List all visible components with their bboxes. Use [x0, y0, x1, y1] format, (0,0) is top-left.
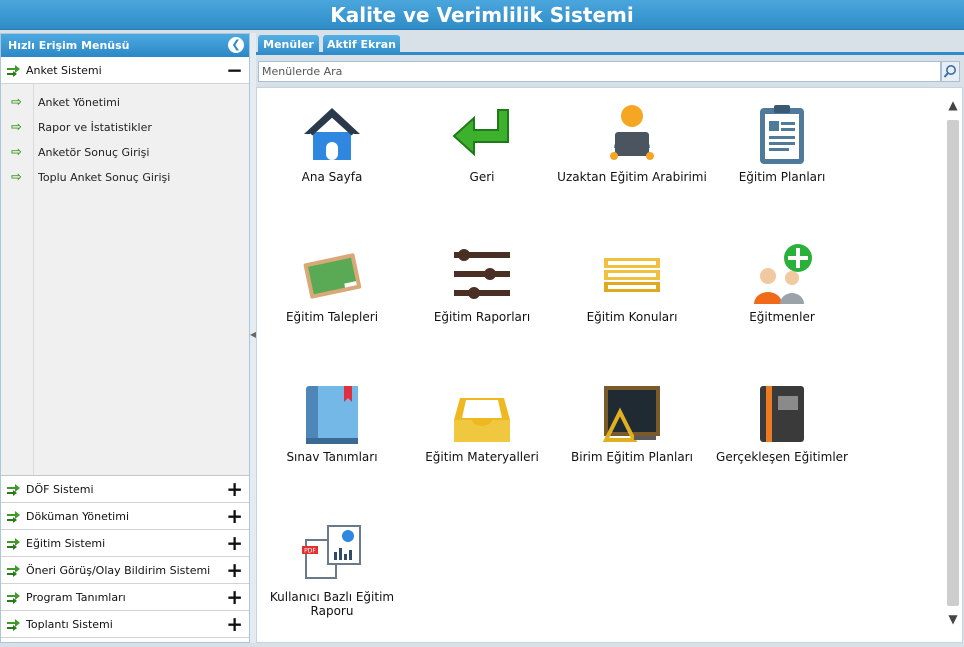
- tile-egitim-planlari[interactable]: Eğitim Planları: [707, 102, 857, 184]
- arrow-right-icon: ⇨: [11, 170, 22, 185]
- tile-label: Geri: [469, 170, 495, 184]
- book-icon: [306, 386, 358, 444]
- menu-grid: Ana Sayfa Geri Uzaktan Eğitim Arabirimi: [256, 87, 963, 643]
- module-arrows-icon: [7, 511, 20, 523]
- tile-label: Eğitim Materyalleri: [425, 450, 539, 464]
- expand-section-icon[interactable]: +: [226, 530, 243, 557]
- tile-kullanici-bazli-rapor[interactable]: PDF Kullanıcı Bazlı Eğitim Raporu: [257, 522, 407, 618]
- remote-learner-icon: [610, 105, 654, 160]
- collapse-section-icon[interactable]: −: [226, 57, 243, 84]
- home-icon: [304, 108, 360, 160]
- scroll-up-icon[interactable]: ▲: [946, 98, 960, 112]
- section-anket-sistemi[interactable]: Anket Sistemi −: [1, 57, 249, 84]
- menu-item-toplu-anket[interactable]: ⇨ Toplu Anket Sonuç Girişi: [1, 165, 249, 190]
- search-row: [258, 61, 960, 83]
- tile-egitmenler[interactable]: Eğitmenler: [707, 242, 857, 324]
- tab-menuler[interactable]: Menüler: [258, 35, 319, 55]
- quick-access-title: Hızlı Erişim Menüsü: [8, 39, 130, 52]
- section-label: DÖF Sistemi: [26, 483, 94, 496]
- tile-label: Uzaktan Eğitim Arabirimi: [557, 170, 707, 184]
- section-label: Öneri Görüş/Olay Bildirim Sistemi: [26, 564, 211, 577]
- menu-item-label: Toplu Anket Sonuç Girişi: [38, 171, 171, 184]
- arrow-right-icon: ⇨: [11, 120, 22, 135]
- section-dof-sistemi[interactable]: DÖF Sistemi +: [1, 476, 249, 503]
- chalkboard-icon: [303, 253, 362, 299]
- anket-sistemi-items: ⇨ Anket Yönetimi ⇨ Rapor ve İstatistikler …: [1, 84, 249, 476]
- svg-text:PDF: PDF: [304, 548, 316, 555]
- tile-label: Birim Eğitim Planları: [571, 450, 693, 464]
- quick-access-panel: Hızlı Erişim Menüsü ❮ Anket Sistemi − ⇨ A…: [0, 33, 250, 643]
- app-title: Kalite ve Verimlilik Sistemi: [0, 0, 964, 30]
- module-arrows-icon: [7, 484, 20, 496]
- section-label: Döküman Yönetimi: [26, 510, 129, 523]
- tile-label: Eğitim Talepleri: [285, 310, 379, 324]
- tile-label: Eğitim Konuları: [586, 310, 678, 324]
- expand-section-icon[interactable]: +: [226, 476, 243, 503]
- tile-egitim-raporlari[interactable]: Eğitim Raporları: [407, 242, 557, 324]
- module-arrows-icon: [7, 538, 20, 550]
- module-arrows-icon: [7, 65, 20, 77]
- menu-item-label: Anketör Sonuç Girişi: [38, 146, 150, 159]
- tile-egitim-talepleri[interactable]: Eğitim Talepleri: [257, 242, 407, 324]
- vertical-scrollbar[interactable]: ▲ ▼: [946, 94, 960, 630]
- tray-icon: [454, 398, 510, 442]
- tile-ana-sayfa[interactable]: Ana Sayfa: [257, 102, 407, 184]
- tile-sinav-tanimlari[interactable]: Sınav Tanımları: [257, 382, 407, 464]
- pdf-report-icon: PDF: [302, 525, 361, 579]
- tile-egitim-konulari[interactable]: Eğitim Konuları: [557, 242, 707, 324]
- section-egitim-sistemi[interactable]: Eğitim Sistemi +: [1, 530, 249, 557]
- notebook-icon: [760, 386, 804, 442]
- scroll-thumb[interactable]: [947, 120, 959, 606]
- section-oneri-gorus[interactable]: Öneri Görüş/Olay Bildirim Sistemi +: [1, 557, 249, 584]
- module-arrows-icon: [7, 619, 20, 631]
- section-program-tanimlari[interactable]: Program Tanımları +: [1, 584, 249, 611]
- tile-label: Ana Sayfa: [301, 170, 363, 184]
- collapse-panel-icon[interactable]: ❮: [228, 37, 244, 53]
- sliders-icon: [454, 249, 510, 299]
- scroll-down-icon[interactable]: ▼: [946, 612, 960, 626]
- tile-label: Kullanıcı Bazlı Eğitim Raporu: [269, 590, 395, 618]
- clipboard-icon: [760, 105, 804, 164]
- quick-access-header: Hızlı Erişim Menüsü ❮: [1, 34, 249, 57]
- tile-birim-egitim-planlari[interactable]: Birim Eğitim Planları: [557, 382, 707, 464]
- expand-section-icon[interactable]: +: [226, 584, 243, 611]
- menu-item-rapor[interactable]: ⇨ Rapor ve İstatistikler: [1, 115, 249, 140]
- menu-item-anketor[interactable]: ⇨ Anketör Sonuç Girişi: [1, 140, 249, 165]
- expand-section-icon[interactable]: +: [226, 503, 243, 530]
- stack-icon: [604, 258, 660, 292]
- menu-item-label: Anket Yönetimi: [38, 96, 120, 109]
- arrow-right-icon: ⇨: [11, 95, 22, 110]
- back-arrow-icon: [452, 109, 509, 157]
- expand-section-icon[interactable]: +: [226, 611, 243, 638]
- tile-label: Eğitmenler: [749, 310, 815, 324]
- tab-bar: Menüler Aktif Ekran: [256, 33, 964, 55]
- tile-geri[interactable]: Geri: [407, 102, 557, 184]
- section-label: Anket Sistemi: [26, 64, 102, 77]
- trainers-add-icon: [754, 244, 812, 304]
- section-label: Toplantı Sistemi: [26, 618, 113, 631]
- tile-gerceklesen-egitimler[interactable]: Gerçekleşen Eğitimler: [707, 382, 857, 464]
- section-dokuman-yonetimi[interactable]: Döküman Yönetimi +: [1, 503, 249, 530]
- tile-label: Sınav Tanımları: [286, 450, 378, 464]
- menu-item-label: Rapor ve İstatistikler: [38, 121, 152, 134]
- tile-egitim-materyalleri[interactable]: Eğitim Materyalleri: [407, 382, 557, 464]
- tile-uzaktan-egitim[interactable]: Uzaktan Eğitim Arabirimi: [557, 102, 707, 184]
- arrow-right-icon: ⇨: [11, 145, 22, 160]
- search-icon: [943, 65, 956, 78]
- menu-item-anket-yonetimi[interactable]: ⇨ Anket Yönetimi: [1, 90, 249, 115]
- section-toplanti-sistemi[interactable]: Toplantı Sistemi +: [1, 611, 249, 638]
- section-label: Program Tanımları: [26, 591, 126, 604]
- tile-label: Gerçekleşen Eğitimler: [716, 450, 848, 464]
- tile-label: Eğitim Raporları: [433, 310, 531, 324]
- tile-label: Eğitim Planları: [738, 170, 826, 184]
- search-button[interactable]: [941, 61, 960, 82]
- main-panel: Menüler Aktif Ekran Ana Sayfa Geri: [256, 33, 964, 643]
- menu-search-input[interactable]: [258, 61, 941, 82]
- blackboard-icon: [602, 386, 660, 442]
- expand-section-icon[interactable]: +: [226, 557, 243, 584]
- module-arrows-icon: [7, 592, 20, 604]
- module-arrows-icon: [7, 565, 20, 577]
- tab-aktif-ekran[interactable]: Aktif Ekran: [323, 35, 400, 55]
- section-label: Eğitim Sistemi: [26, 537, 106, 550]
